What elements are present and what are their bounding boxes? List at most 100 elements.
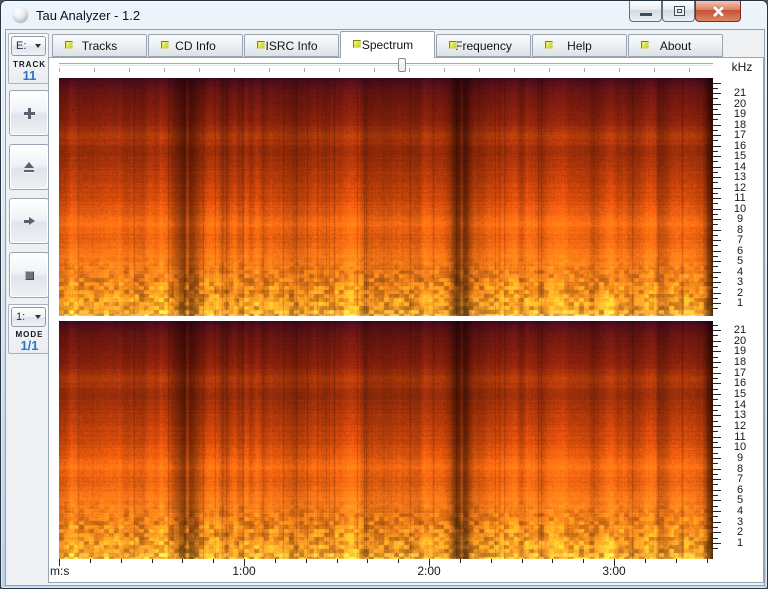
stop-button[interactable]	[9, 252, 49, 298]
tab-tracks[interactable]: Tracks	[52, 34, 147, 57]
track-number: 11	[9, 68, 50, 83]
tab-help[interactable]: Help	[532, 34, 627, 57]
freq-tick	[713, 442, 718, 443]
app-icon	[13, 7, 28, 22]
freq-tick	[713, 98, 718, 99]
time-tick	[213, 559, 214, 563]
freq-tick	[713, 474, 718, 475]
tab-label: Spectrum	[362, 38, 413, 52]
time-tick	[552, 559, 553, 563]
freq-tick	[713, 415, 721, 416]
freq-tick	[713, 357, 718, 358]
frame-checkbox-icon	[641, 41, 649, 49]
time-label: 3:00	[597, 564, 631, 578]
freq-tick	[713, 463, 718, 464]
freq-tick	[713, 373, 721, 374]
plus-icon	[24, 108, 35, 119]
freq-tick	[713, 394, 721, 395]
freq-tick	[713, 303, 721, 304]
freq-tick	[713, 378, 718, 379]
tab-label: CD Info	[175, 39, 216, 53]
mode-selector[interactable]: 1:	[11, 307, 46, 327]
freq-tick	[713, 437, 721, 438]
freq-tick	[713, 198, 721, 199]
freq-tick	[713, 325, 718, 326]
time-tick	[275, 559, 276, 563]
stop-icon	[25, 271, 34, 280]
freq-tick	[713, 214, 718, 215]
time-tick	[367, 559, 368, 563]
freq-tick	[713, 140, 718, 141]
tab-label: Help	[567, 39, 592, 53]
freq-tick	[713, 479, 721, 480]
freq-tick	[713, 83, 721, 84]
freq-tick	[713, 362, 721, 363]
time-tick	[90, 559, 91, 563]
tab-cd-info[interactable]: CD Info	[148, 34, 243, 57]
freq-tick	[713, 193, 718, 194]
spectrogram-channel-2	[59, 321, 713, 559]
freq-tick	[713, 447, 721, 448]
tab-label: About	[660, 39, 691, 53]
freq-tick	[713, 469, 721, 470]
freq-tick	[713, 341, 721, 342]
freq-tick	[713, 330, 721, 331]
time-tick	[306, 559, 307, 563]
freq-tick	[713, 282, 721, 283]
freq-tick	[713, 135, 721, 136]
tab-isrc-info[interactable]: ISRC Info	[244, 34, 339, 57]
freq-tick	[713, 182, 718, 183]
next-button[interactable]	[9, 198, 49, 244]
freq-tick	[713, 261, 721, 262]
freq-tick	[713, 522, 721, 523]
client-area: E: TRACK 11 1: MODE 1/1 TracksCD InfoISR…	[5, 29, 765, 586]
close-button[interactable]	[695, 1, 741, 22]
freq-tick	[713, 125, 721, 126]
freq-tick	[713, 272, 721, 273]
time-tick	[583, 559, 584, 563]
freq-tick	[713, 109, 718, 110]
frame-checkbox-icon	[545, 41, 553, 49]
eject-button[interactable]	[9, 144, 49, 190]
time-tick	[337, 559, 338, 563]
maximize-button[interactable]	[662, 1, 695, 22]
zoom-slider-thumb[interactable]	[398, 58, 406, 72]
freq-axis-unit: kHz	[729, 60, 755, 74]
freq-tick	[713, 532, 721, 533]
freq-tick	[713, 383, 721, 384]
freq-tick	[713, 156, 721, 157]
freq-tick	[713, 421, 718, 422]
zoom-slider-track[interactable]	[59, 63, 713, 66]
window-title: Tau Analyzer - 1.2	[36, 8, 140, 23]
freq-tick	[713, 287, 718, 288]
frame-checkbox-icon	[257, 41, 265, 49]
minimize-button[interactable]	[629, 1, 662, 22]
time-label: 2:00	[412, 564, 446, 578]
tab-spectrum[interactable]: Spectrum	[340, 31, 435, 58]
freq-tick	[713, 219, 721, 220]
freq-tick	[713, 351, 721, 352]
freq-tick	[713, 453, 718, 454]
freq-tick	[713, 167, 721, 168]
chevron-down-icon	[35, 315, 41, 319]
freq-tick	[713, 405, 721, 406]
freq-tick	[713, 119, 718, 120]
time-tick	[522, 559, 523, 563]
add-button[interactable]	[9, 90, 49, 136]
freq-tick	[713, 293, 721, 294]
tab-frequency[interactable]: Frequency	[436, 34, 531, 57]
freq-tick	[713, 130, 718, 131]
minimize-icon	[640, 13, 652, 16]
freq-tick	[713, 146, 721, 147]
title-bar[interactable]: Tau Analyzer - 1.2	[1, 1, 767, 29]
freq-tick	[713, 458, 721, 459]
freq-tick	[713, 114, 721, 115]
freq-label-ch2: 1	[727, 537, 753, 549]
mode-group-panel: 1: MODE 1/1	[8, 304, 49, 354]
freq-tick	[713, 506, 718, 507]
zoom-slider-ticks	[59, 68, 714, 72]
tab-about[interactable]: About	[628, 34, 723, 57]
freq-tick	[713, 277, 718, 278]
freq-tick	[713, 490, 721, 491]
freq-tick	[713, 235, 718, 236]
